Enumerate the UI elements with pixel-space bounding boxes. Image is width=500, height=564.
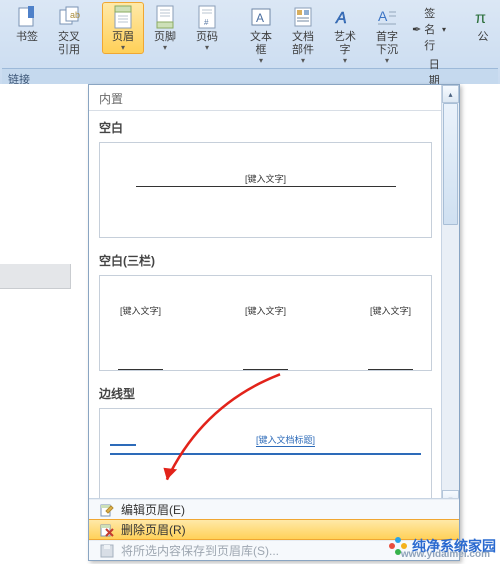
- bookmark-label: 书签: [16, 31, 38, 44]
- bookmark-button[interactable]: 书签: [6, 2, 48, 47]
- preview-placeholder: [键入文字]: [368, 304, 413, 370]
- edit-icon: [99, 502, 115, 518]
- chevron-down-icon: ▾: [301, 58, 305, 64]
- gallery-item-title: 边线型: [89, 377, 442, 406]
- svg-text:ab: ab: [70, 10, 80, 20]
- gallery-item-title: 空白(三栏): [89, 244, 442, 273]
- menu-label: 将所选内容保存到页眉库(S)...: [121, 542, 279, 559]
- gallery-section-label: 内置: [89, 85, 442, 111]
- sigline-icon: ✒: [412, 22, 421, 36]
- watermark-url: www.yidaimei.com: [401, 549, 490, 560]
- chevron-down-icon: ▾: [121, 45, 125, 51]
- menu-label: 编辑页眉(E): [121, 501, 185, 518]
- quickparts-button[interactable]: 文档部件 ▾: [282, 2, 324, 67]
- svg-text:A: A: [378, 8, 388, 24]
- crossref-label: 交叉引用: [58, 31, 80, 57]
- quickparts-label: 文档部件: [287, 31, 319, 57]
- header-button[interactable]: 页眉 ▾: [102, 2, 144, 54]
- textbox-button[interactable]: A 文本框 ▾: [240, 2, 282, 67]
- crossref-button[interactable]: ab 交叉引用: [48, 2, 90, 60]
- svg-text:A: A: [256, 11, 264, 25]
- sigline-button[interactable]: ✒签名行 ▾: [408, 4, 450, 54]
- crossref-icon: ab: [57, 5, 81, 29]
- pagenum-icon: #: [195, 5, 219, 29]
- chevron-down-icon: ▾: [385, 58, 389, 64]
- dropcap-button[interactable]: A 首字下沉 ▾: [366, 2, 408, 67]
- preview-placeholder: [键入文字]: [243, 304, 288, 370]
- wordart-button[interactable]: A 艺术字 ▾: [324, 2, 366, 67]
- menu-label: 删除页眉(R): [121, 521, 186, 538]
- chevron-down-icon: ▾: [259, 58, 263, 64]
- chevron-down-icon: ▾: [163, 45, 167, 51]
- edit-header-menuitem[interactable]: 编辑页眉(E): [89, 499, 459, 519]
- footer-icon: [153, 5, 177, 29]
- quickparts-icon: [291, 5, 315, 29]
- ribbon-group-links: 书签 ab 交叉引用: [2, 2, 94, 68]
- gallery-item-title: 空白: [89, 111, 442, 140]
- watermark: 纯净系统家园 www.yidaimei.com: [388, 536, 496, 556]
- preview-placeholder: [键入文字]: [136, 172, 396, 187]
- scroll-up-button[interactable]: ▴: [442, 85, 459, 103]
- wordart-icon: A: [333, 5, 357, 29]
- pagenum-button[interactable]: # 页码 ▾: [186, 2, 228, 54]
- textbox-label: 文本框: [245, 31, 277, 57]
- header-icon: [111, 5, 135, 29]
- dropcap-icon: A: [375, 5, 399, 29]
- gallery-item-blank[interactable]: [键入文字]: [99, 142, 432, 238]
- svg-text:π: π: [475, 10, 486, 27]
- gallery-scrollbar[interactable]: ▴ ▾: [441, 85, 459, 504]
- ribbon: 书签 ab 交叉引用 页眉 ▾ 页脚: [0, 0, 500, 90]
- save-icon: [99, 543, 115, 559]
- textbox-icon: A: [249, 5, 273, 29]
- footer-button[interactable]: 页脚 ▾: [144, 2, 186, 54]
- preview-placeholder: [键入文档标题]: [256, 433, 315, 447]
- svg-text:#: #: [204, 18, 209, 27]
- wordart-label: 艺术字: [329, 31, 361, 57]
- equation-icon: π: [471, 5, 495, 29]
- ribbon-group-headerfooter: 页眉 ▾ 页脚 ▾ # 页码 ▾: [98, 2, 232, 68]
- bookmark-icon: [15, 5, 39, 29]
- equation-button[interactable]: π 公: [462, 2, 500, 47]
- svg-text:A: A: [335, 10, 347, 27]
- dropcap-label: 首字下沉: [371, 31, 403, 57]
- preview-placeholder: [键入文字]: [118, 304, 163, 370]
- gallery-item-blank-3col[interactable]: [键入文字] [键入文字] [键入文字]: [99, 275, 432, 371]
- scroll-thumb[interactable]: [443, 103, 458, 225]
- ribbon-group-text: A 文本框 ▾ 文档部件 ▾ A 艺术字 ▾ A: [236, 2, 454, 68]
- chevron-down-icon: ▾: [205, 45, 209, 51]
- header-gallery-panel: 内置 空白 [键入文字] 空白(三栏) [键入文字] [键入文字] [键入文字]…: [88, 84, 460, 561]
- page-edge: [0, 264, 71, 289]
- equation-label: 公: [478, 31, 489, 44]
- remove-icon: [99, 522, 115, 538]
- chevron-down-icon: ▾: [343, 58, 347, 64]
- gallery-item-edge[interactable]: [键入文档标题]: [99, 408, 432, 500]
